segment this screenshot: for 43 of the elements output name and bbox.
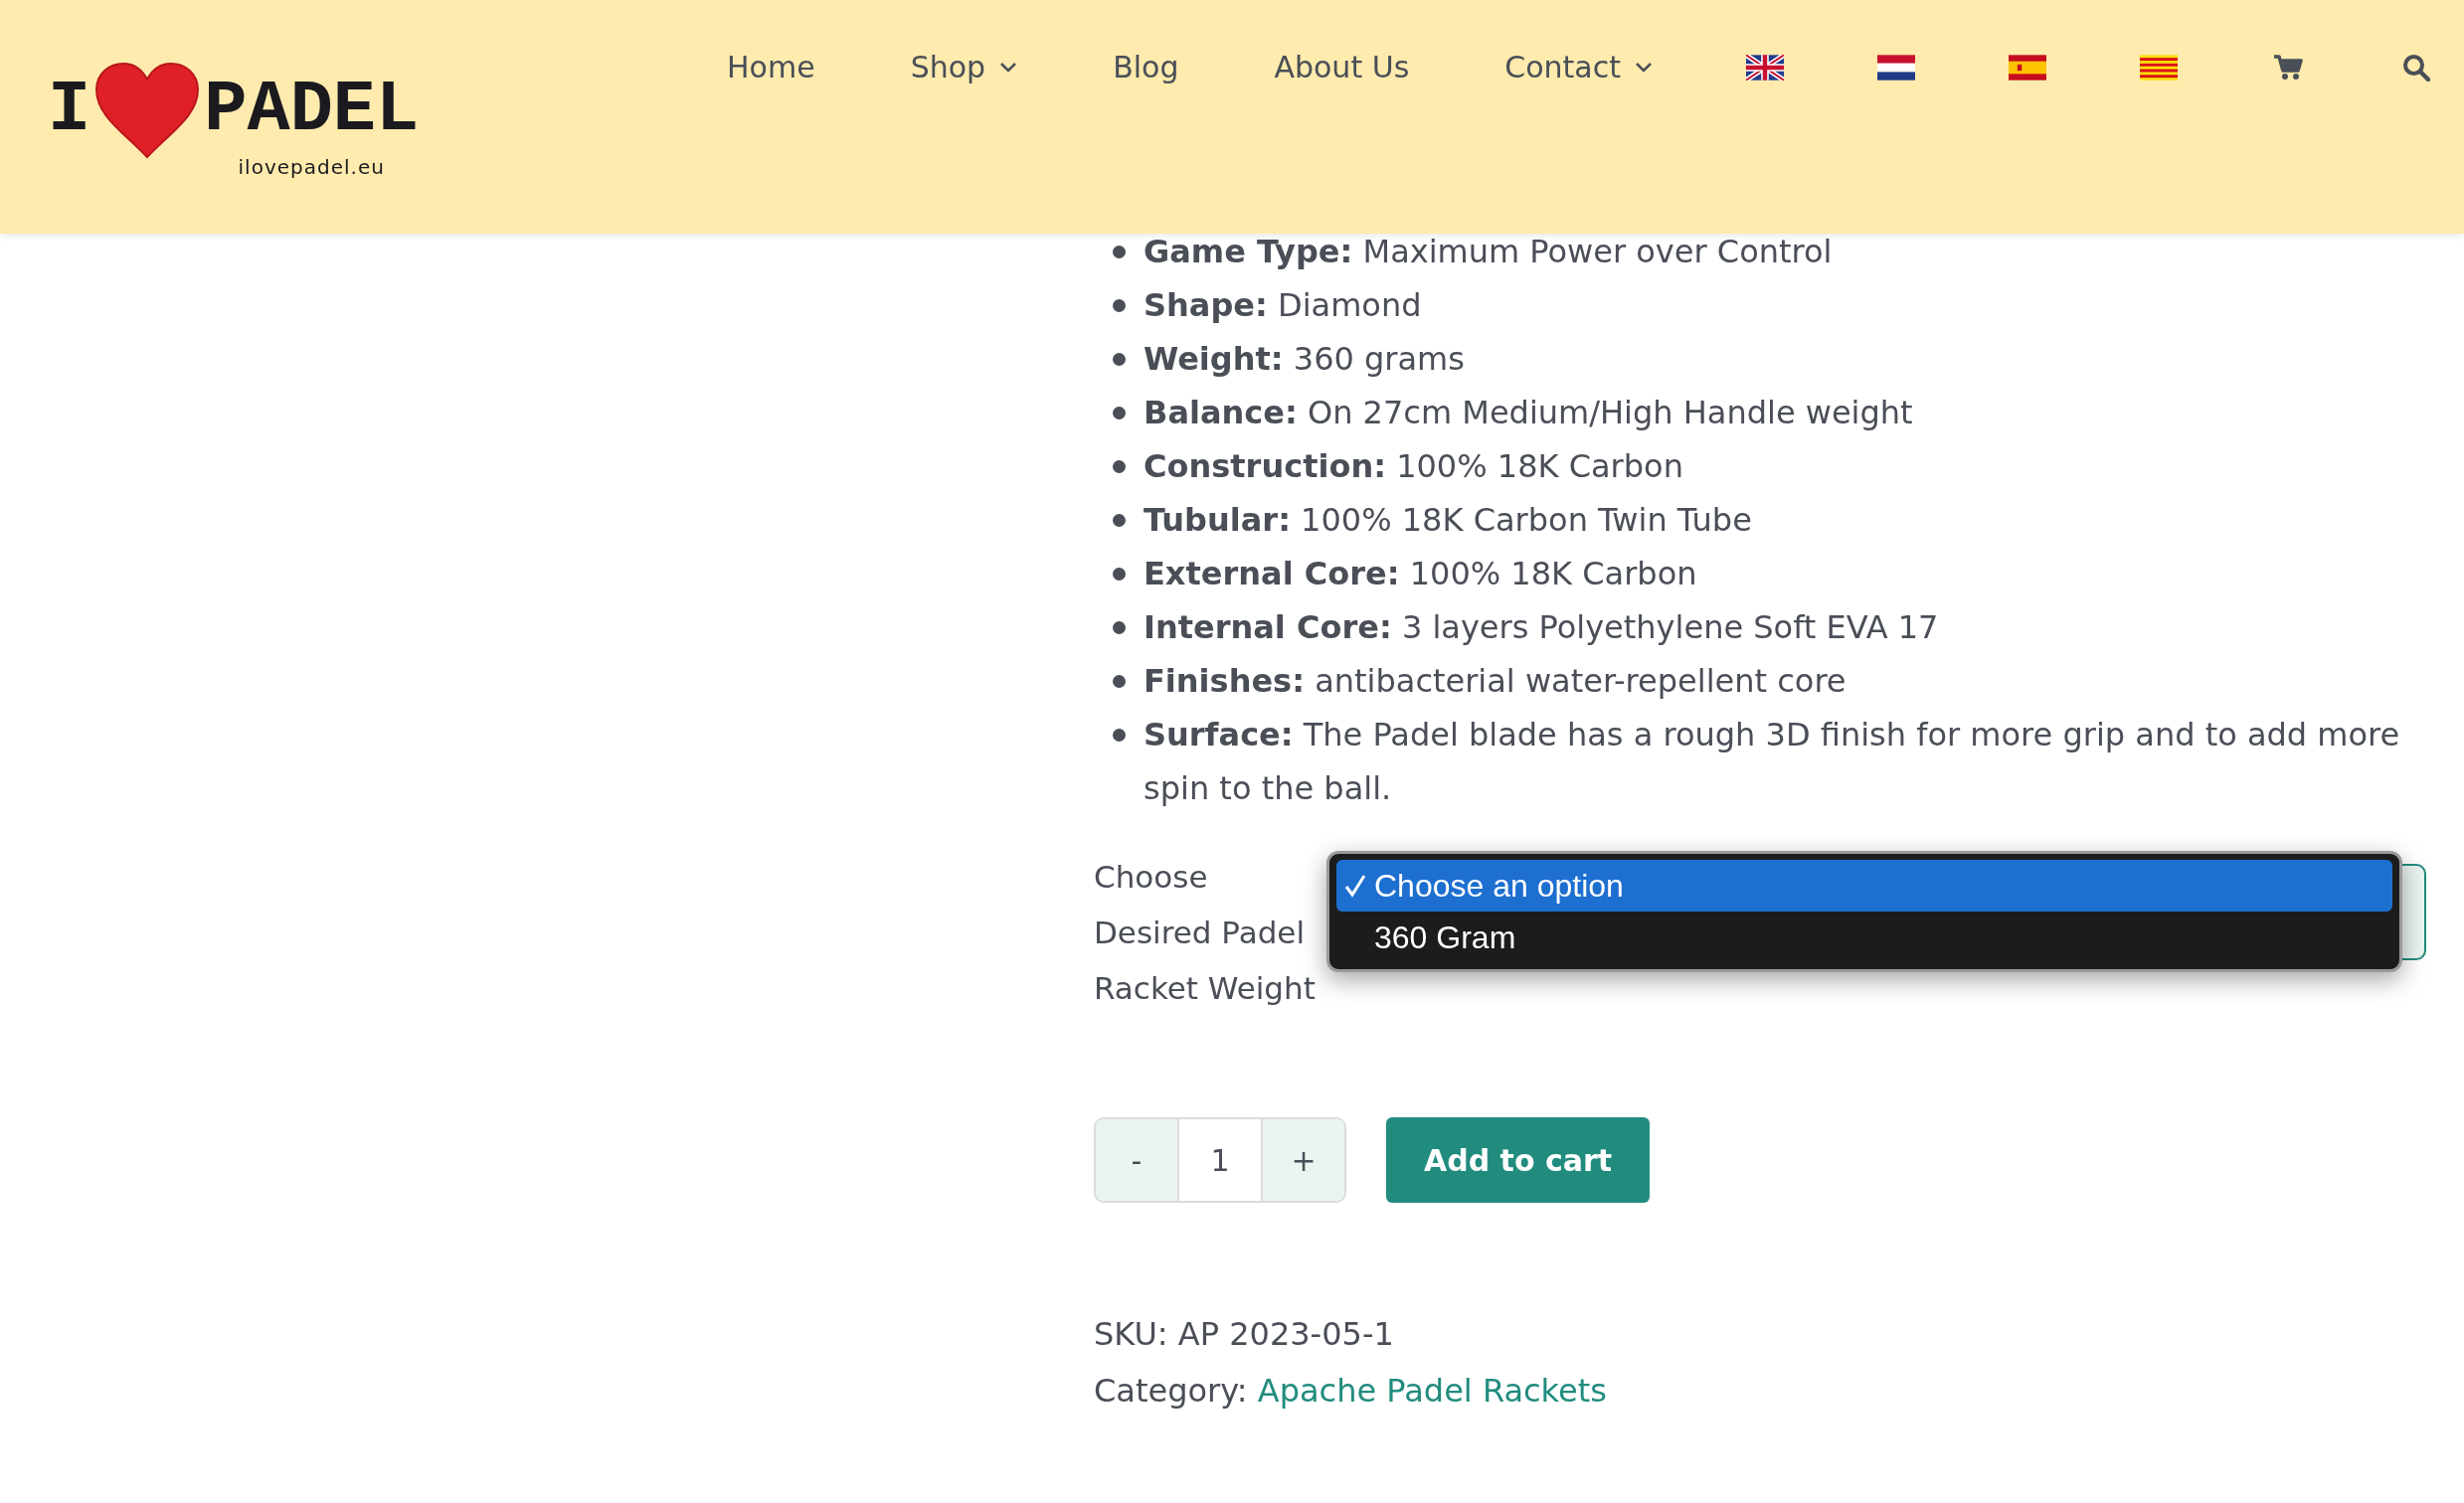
spec-text: Game Type: Maximum Power over Control bbox=[1144, 232, 1833, 272]
spanish-flag-icon[interactable] bbox=[2009, 54, 2046, 81]
bullet-dot bbox=[1113, 675, 1126, 688]
spec-text: Surface: The Padel blade has a rough 3D finish for more grip and to add more spin to the ball. bbox=[1144, 715, 2401, 809]
sku-text: SKU: AP 2023-05-1 bbox=[1094, 1314, 1395, 1355]
dutch-flag-icon[interactable] bbox=[1877, 54, 1915, 81]
bullet-dot bbox=[1113, 621, 1126, 634]
quantity-field[interactable]: 1 bbox=[1177, 1119, 1263, 1201]
bullet-dot bbox=[1113, 353, 1126, 366]
field-label: Choose Desired Padel Racket Weight bbox=[1094, 858, 1317, 1008]
spec-text: Construction: 100% 18K Carbon bbox=[1144, 446, 1683, 487]
nav-link[interactable]: Blog bbox=[1113, 50, 1179, 84]
dropdown-option[interactable]: 360 Gram bbox=[1336, 912, 2392, 963]
bullet-dot bbox=[1113, 568, 1126, 581]
spec-text: Internal Core: 3 layers Polyethylene Soft EVA 17 bbox=[1144, 607, 1939, 648]
nav-link[interactable]: Home bbox=[727, 50, 815, 84]
bullet-dot bbox=[1113, 407, 1126, 419]
spec-text: Balance: On 27cm Medium/High Handle weight bbox=[1144, 393, 1913, 433]
bullet-dot bbox=[1113, 246, 1126, 258]
category-label: Category: bbox=[1094, 1372, 1248, 1410]
nav-link[interactable]: About Us bbox=[1274, 50, 1410, 84]
spec-text: Shape: Diamond bbox=[1144, 285, 1422, 326]
dropdown-option[interactable]: Choose an option bbox=[1336, 860, 2392, 912]
bullet-dot bbox=[1113, 729, 1126, 742]
nav-link[interactable]: Shop bbox=[910, 50, 1018, 84]
logo-wordmark: PADEL bbox=[204, 75, 420, 146]
add-to-cart-button[interactable]: Add to cart bbox=[1386, 1117, 1651, 1203]
cart-icon[interactable] bbox=[2273, 54, 2303, 81]
spec-text: Weight: 360 grams bbox=[1144, 339, 1465, 380]
catalan-flag-icon[interactable] bbox=[2140, 54, 2178, 81]
bullet-dot bbox=[1113, 299, 1126, 312]
category-link[interactable]: Apache Padel Rackets bbox=[1257, 1372, 1607, 1410]
logo-letter: I bbox=[48, 75, 91, 146]
logo-domain: ilovepadel.eu bbox=[238, 155, 385, 179]
bullet-dot bbox=[1113, 460, 1126, 473]
spec-text: Tubular: 100% 18K Carbon Twin Tube bbox=[1144, 500, 1752, 541]
bullet-dot bbox=[1113, 514, 1126, 527]
checkmark-icon bbox=[1344, 874, 1366, 898]
nav-link[interactable]: Contact bbox=[1504, 50, 1653, 84]
spec-text: External Core: 100% 18K Carbon bbox=[1144, 554, 1697, 594]
spec-text: Finishes: antibacterial water-repellent core bbox=[1144, 661, 1847, 702]
search-icon[interactable] bbox=[2402, 53, 2430, 82]
uk-flag-icon[interactable] bbox=[1746, 54, 1784, 81]
